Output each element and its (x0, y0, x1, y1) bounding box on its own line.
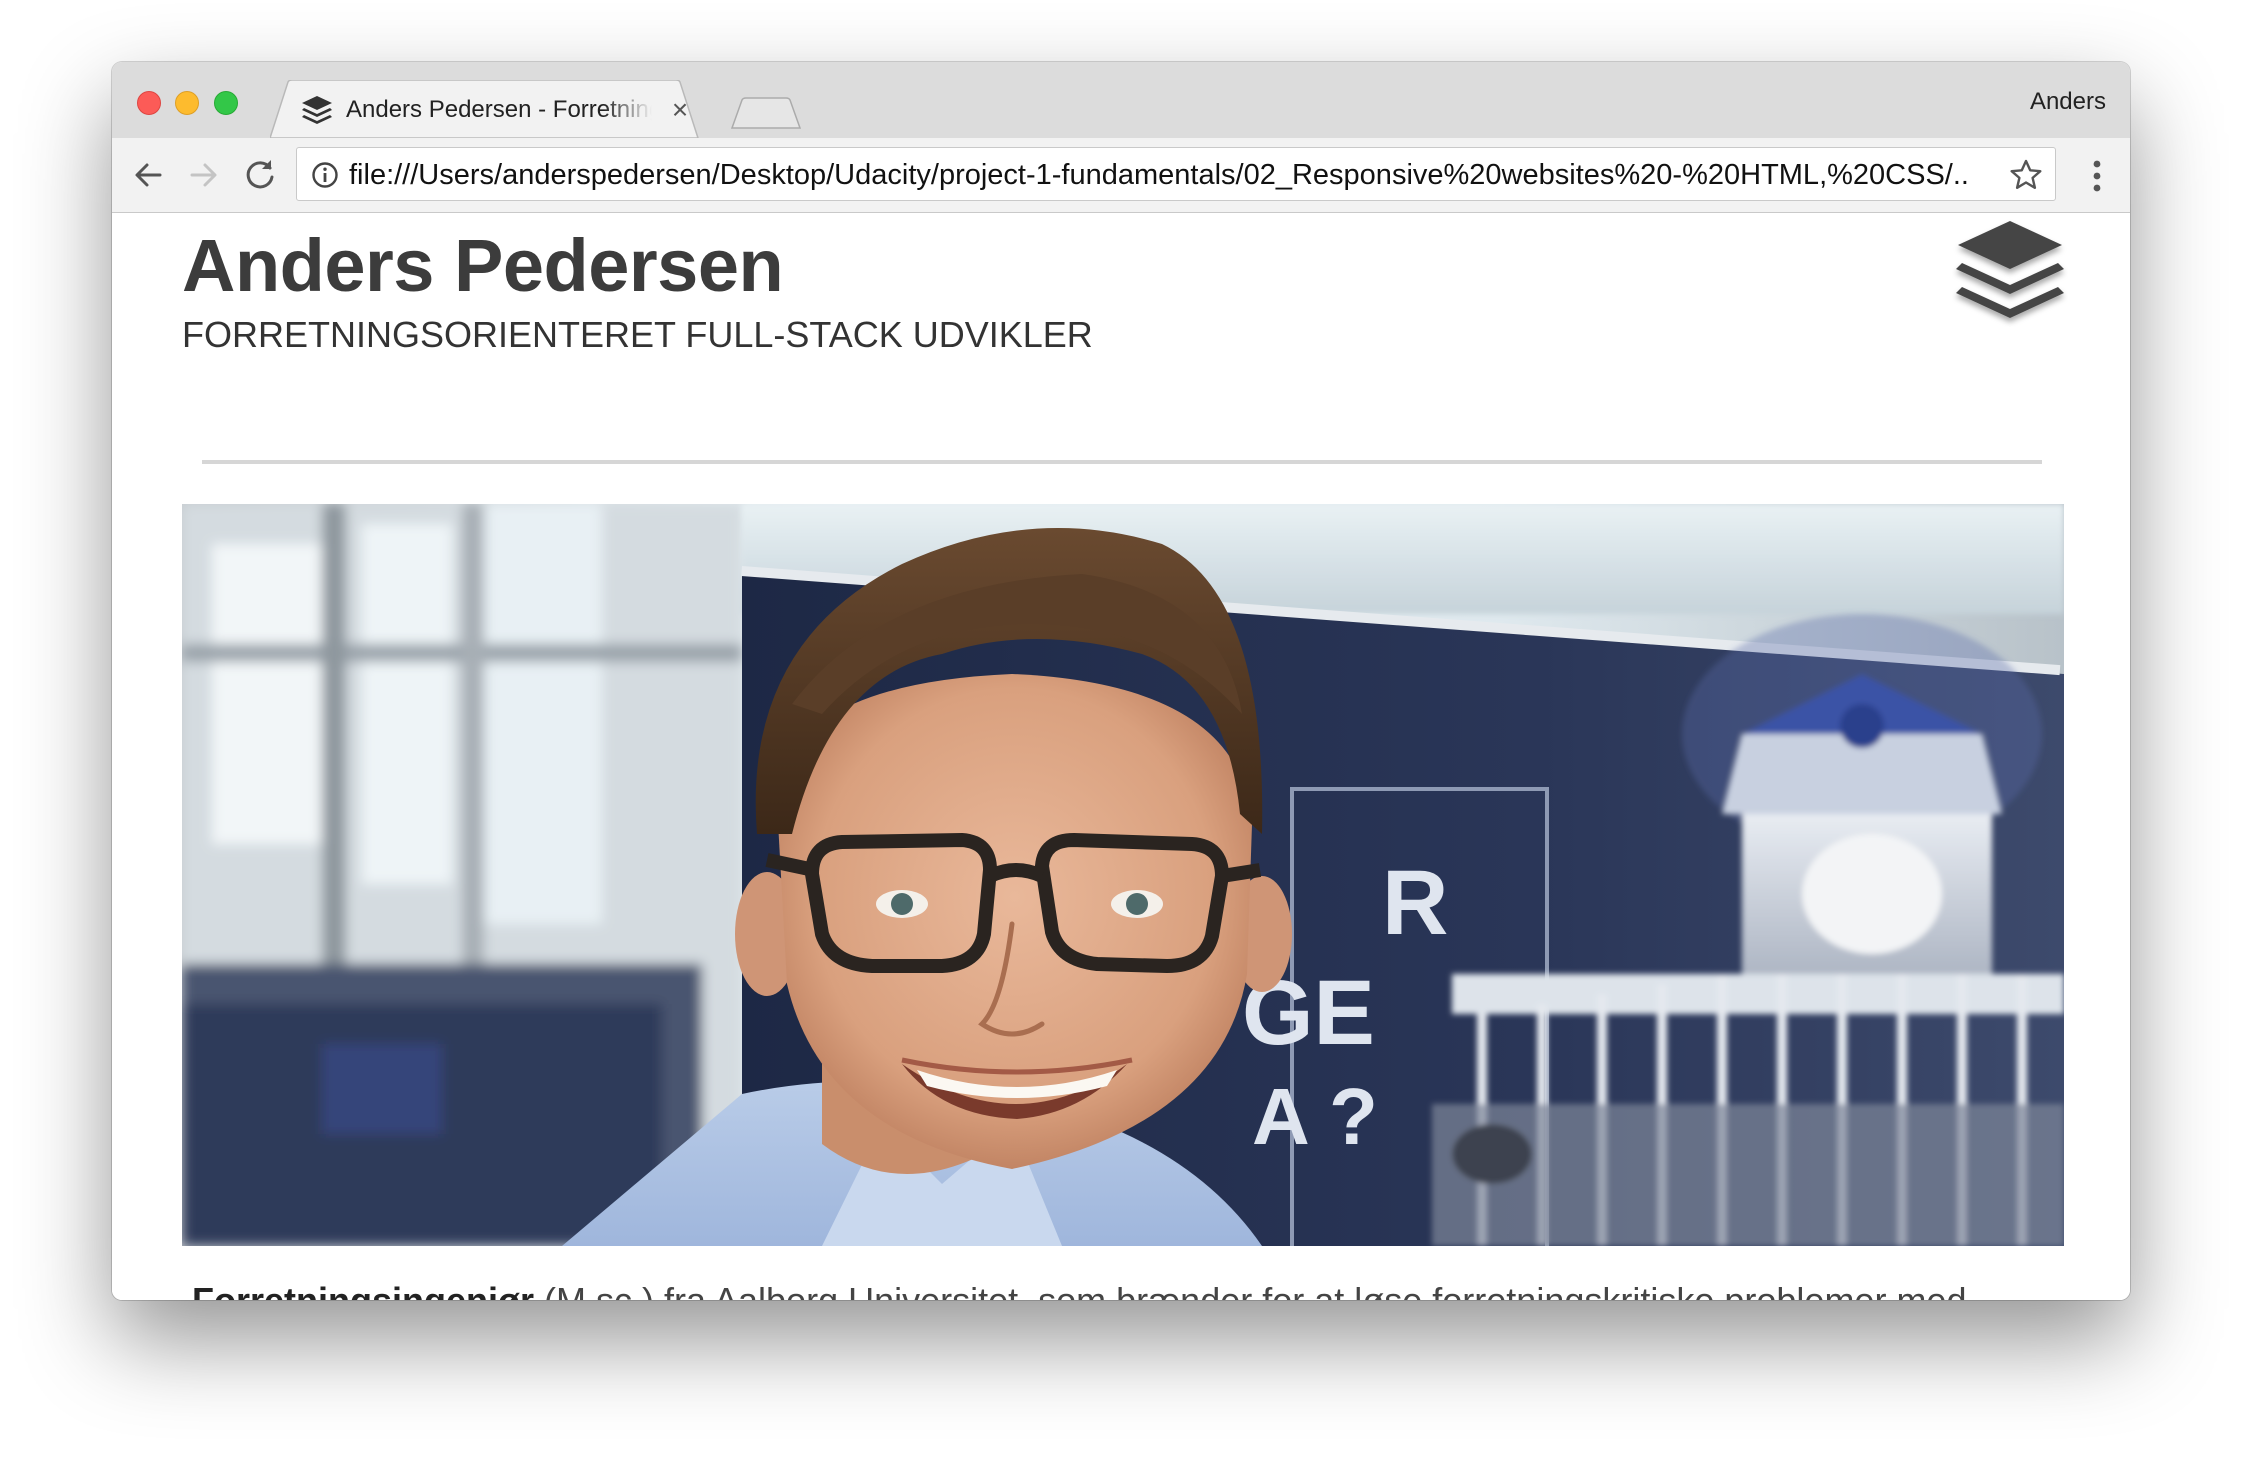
profile-name[interactable]: Anders (2030, 88, 2106, 116)
header-divider (202, 460, 2042, 464)
layers-logo-icon (1956, 221, 2064, 318)
window-minimize-button[interactable] (175, 91, 199, 115)
browser-window: Anders Pedersen - Forretningsorienteret … (112, 62, 2130, 1300)
intro-bold-title: Forretningsingeniør (192, 1280, 534, 1300)
back-arrow-icon[interactable] (126, 153, 170, 197)
page-title: Anders Pedersen (182, 224, 784, 307)
page-viewport: Anders Pedersen FORRETNINGSORIENTERET FU… (112, 213, 2130, 1300)
page-subtitle: FORRETNINGSORIENTERET FULL-STACK UDVIKLE… (182, 314, 1093, 355)
info-icon[interactable] (311, 161, 339, 189)
hero-portrait-image: R GE A ? (182, 504, 2064, 1246)
tab-close-icon[interactable]: × (666, 96, 694, 124)
star-icon[interactable] (2009, 158, 2043, 192)
browser-toolbar: file:///Users/anderspedersen/Desktop/Uda… (112, 138, 2130, 213)
banner-letters-a: A ? (1252, 1072, 1378, 1161)
intro-paragraph: Forretningsingeniør (M.sc.) fra Aalborg … (192, 1275, 2052, 1300)
banner-letter-r: R (1382, 852, 1448, 954)
address-bar[interactable]: file:///Users/anderspedersen/Desktop/Uda… (296, 147, 2056, 201)
window-close-button[interactable] (137, 91, 161, 115)
layers-icon (302, 96, 332, 124)
menu-icon[interactable] (2080, 156, 2114, 196)
window-maximize-button[interactable] (214, 91, 238, 115)
reload-icon[interactable] (238, 153, 282, 197)
tab-active[interactable]: Anders Pedersen - Forretningsorienteret … (270, 80, 710, 138)
url-text[interactable]: file:///Users/anderspedersen/Desktop/Uda… (349, 158, 1969, 192)
forward-arrow-icon[interactable] (182, 153, 226, 197)
tab-strip: Anders Pedersen - Forretningsorienteret … (112, 62, 2130, 138)
tab-title: Anders Pedersen - Forretningsorienteret … (346, 96, 652, 123)
new-tab-button[interactable] (730, 96, 802, 130)
